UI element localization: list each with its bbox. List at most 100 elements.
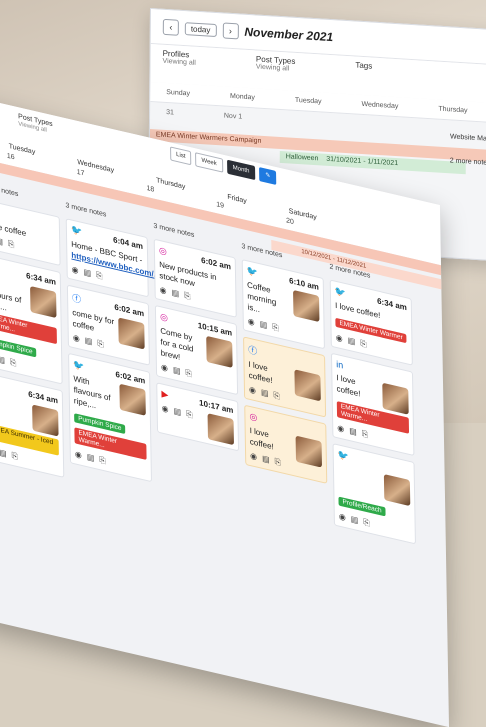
copy-icon[interactable]: ⎘: [360, 338, 367, 350]
copy-icon[interactable]: ⎘: [185, 368, 192, 380]
day-header: Sunday: [166, 88, 191, 98]
calendar-icon[interactable]: ▤: [87, 452, 95, 464]
calendar-column: 3 more notes 🐦 6:04 am Home - BBC Sport - h…: [65, 202, 160, 498]
calendar-icon[interactable]: ▤: [171, 288, 179, 300]
front-calendar-panel: Post Types Viewing all List Week Month ✎…: [0, 96, 450, 727]
eye-icon[interactable]: ◉: [72, 265, 79, 277]
calendar-icon[interactable]: ▤: [261, 387, 269, 399]
day-number: 20: [285, 217, 294, 227]
eye-icon[interactable]: ◉: [248, 316, 255, 328]
profiles-filter[interactable]: Profiles Viewing all: [162, 49, 196, 81]
eye-icon[interactable]: ◉: [161, 362, 168, 374]
twitter-icon: 🐦: [334, 285, 347, 299]
eye-icon[interactable]: ◉: [336, 333, 343, 345]
calendar-icon[interactable]: ▤: [260, 319, 268, 331]
tags-filter[interactable]: Tags: [355, 61, 372, 92]
calendar-icon[interactable]: ▤: [173, 365, 181, 377]
eye-icon[interactable]: ◉: [339, 512, 346, 524]
calendar-icon[interactable]: ▤: [0, 236, 3, 248]
eye-icon[interactable]: ◉: [162, 403, 169, 415]
post-card[interactable]: 🐦 6:04 am Home - BBC Sport - https://www.b…: [65, 218, 160, 298]
post-time: 6:34 am: [26, 271, 56, 287]
copy-icon[interactable]: ⎘: [10, 357, 17, 369]
copy-icon[interactable]: ⎘: [96, 270, 103, 282]
post-card[interactable]: 🐦 6:34 am I love coffee! EMEA Winter Warmer…: [329, 279, 413, 366]
post-card[interactable]: in I love coffee! EMEA Winter Warme... ◉ ▤ ⎘: [330, 352, 415, 457]
eye-icon[interactable]: ◉: [73, 333, 80, 345]
calendar-icon[interactable]: ▤: [349, 426, 357, 438]
day-number: 17: [76, 168, 85, 178]
instagram-icon: ◎: [159, 311, 168, 323]
post-card[interactable]: ⓕ6:34 amWith flavours of ripe,...EMEA Wi…: [0, 253, 63, 385]
instagram-icon: ◎: [249, 410, 258, 423]
chevron-right-icon[interactable]: ›: [222, 22, 239, 40]
calendar-column: 3 more notes ◎ 6:02 am New products in stoc…: [153, 223, 240, 519]
instagram-icon: ◎: [158, 244, 167, 257]
post-card[interactable]: 🐦 Profile/Reach ◉ ▤ ⎘: [332, 443, 416, 545]
eye-icon[interactable]: ◉: [249, 385, 256, 397]
tags-label: Tags: [355, 60, 373, 71]
chevron-left-icon[interactable]: ‹: [162, 18, 179, 36]
post-thumbnail: [206, 335, 233, 368]
copy-icon[interactable]: ⎘: [362, 429, 369, 441]
post-card[interactable]: ◎ I love coffee! ◉ ▤ ⎘: [244, 404, 328, 484]
post-card[interactable]: 🐦 6:02 am With flavours of ripe,... Pumpkin…: [68, 352, 152, 483]
copy-icon[interactable]: ⎘: [184, 291, 191, 303]
view-month-button[interactable]: Month: [226, 159, 256, 181]
eye-icon[interactable]: ◉: [75, 449, 82, 461]
calendar-icon[interactable]: ▤: [0, 448, 7, 460]
view-week-button[interactable]: Week: [195, 152, 223, 173]
eye-icon[interactable]: ◉: [160, 285, 167, 297]
post-actions: ◉ ▤ ⎘: [339, 512, 411, 539]
post-card[interactable]: ◎ 6:02 am New products in stock now ◉ ▤ ⎘: [153, 238, 237, 318]
calendar-icon[interactable]: ▤: [348, 336, 356, 348]
post-thumbnail: [30, 285, 57, 319]
post-card[interactable]: ⓕ I love coffee! ◉ ▤ ⎘: [243, 336, 327, 418]
copy-icon[interactable]: ⎘: [272, 322, 279, 334]
copy-icon[interactable]: ⎘: [275, 457, 282, 469]
website-maint-note[interactable]: Website Maint...: [450, 133, 486, 143]
calendar-icon[interactable]: ▤: [174, 406, 182, 418]
copy-icon[interactable]: ⎘: [97, 339, 104, 351]
date-label: Nov 1: [223, 112, 243, 121]
post-thumbnail: [207, 413, 234, 446]
month-title: November 2021: [244, 24, 334, 45]
calendar-icon[interactable]: ▤: [83, 267, 91, 279]
calendar-column: 4 more notes🐦I love coffee◉▤⎘ⓕ6:34 amWit…: [0, 182, 65, 478]
eye-icon[interactable]: ◉: [337, 423, 344, 435]
copy-icon[interactable]: ⎘: [363, 517, 370, 529]
post-time: 10:17 am: [199, 398, 234, 416]
calendar-icon[interactable]: ▤: [262, 454, 270, 466]
day-header: Monday: [229, 92, 255, 102]
post-types-filter[interactable]: Post Types Viewing all: [256, 54, 296, 86]
post-card[interactable]: 🐦 6:10 am Coffee morning is... ◉ ▤ ⎘: [241, 259, 325, 350]
copy-icon[interactable]: ⎘: [8, 239, 15, 251]
facebook-icon: ⓕ: [72, 292, 82, 305]
today-button[interactable]: today: [184, 21, 217, 37]
post-thumbnail: [32, 404, 59, 437]
compose-button[interactable]: ✎: [259, 167, 277, 186]
youtube-icon: ▶: [161, 388, 169, 401]
post-card[interactable]: ◎ 10:15 am Come by for a cold brew! ◉ ▤ ⎘: [154, 304, 239, 396]
post-time: 6:02 am: [114, 302, 145, 319]
post-time: 6:34 am: [28, 389, 59, 406]
calendar-icon[interactable]: ▤: [351, 514, 359, 526]
campaign-tag: Pumpkin Spice: [0, 336, 37, 358]
calendar-icon[interactable]: ▤: [85, 336, 93, 348]
post-card[interactable]: ⓕ 6:02 am come by for coffee ◉ ▤ ⎘: [66, 284, 150, 366]
calendar-icon[interactable]: ▤: [0, 354, 5, 366]
copy-icon[interactable]: ⎘: [186, 409, 193, 421]
view-list-button[interactable]: List: [170, 146, 192, 166]
copy-icon[interactable]: ⎘: [273, 390, 280, 402]
post-thumbnail: [119, 383, 146, 416]
profiles-value: Viewing all: [162, 57, 196, 67]
post-card[interactable]: ⓕ6:34 amEMEA Summer - Iced ...◉▤⎘: [0, 371, 65, 478]
eye-icon[interactable]: ◉: [250, 451, 257, 463]
calendar-column: 3 more notes 🐦 6:10 am Coffee morning is...…: [241, 243, 328, 539]
twitter-icon: 🐦: [70, 224, 83, 238]
day-header: Thursday: [438, 105, 468, 115]
copy-icon[interactable]: ⎘: [12, 451, 19, 463]
copy-icon[interactable]: ⎘: [99, 455, 106, 467]
post-types-value: Viewing all: [255, 63, 290, 73]
halloween-label: Halloween: [285, 153, 319, 163]
